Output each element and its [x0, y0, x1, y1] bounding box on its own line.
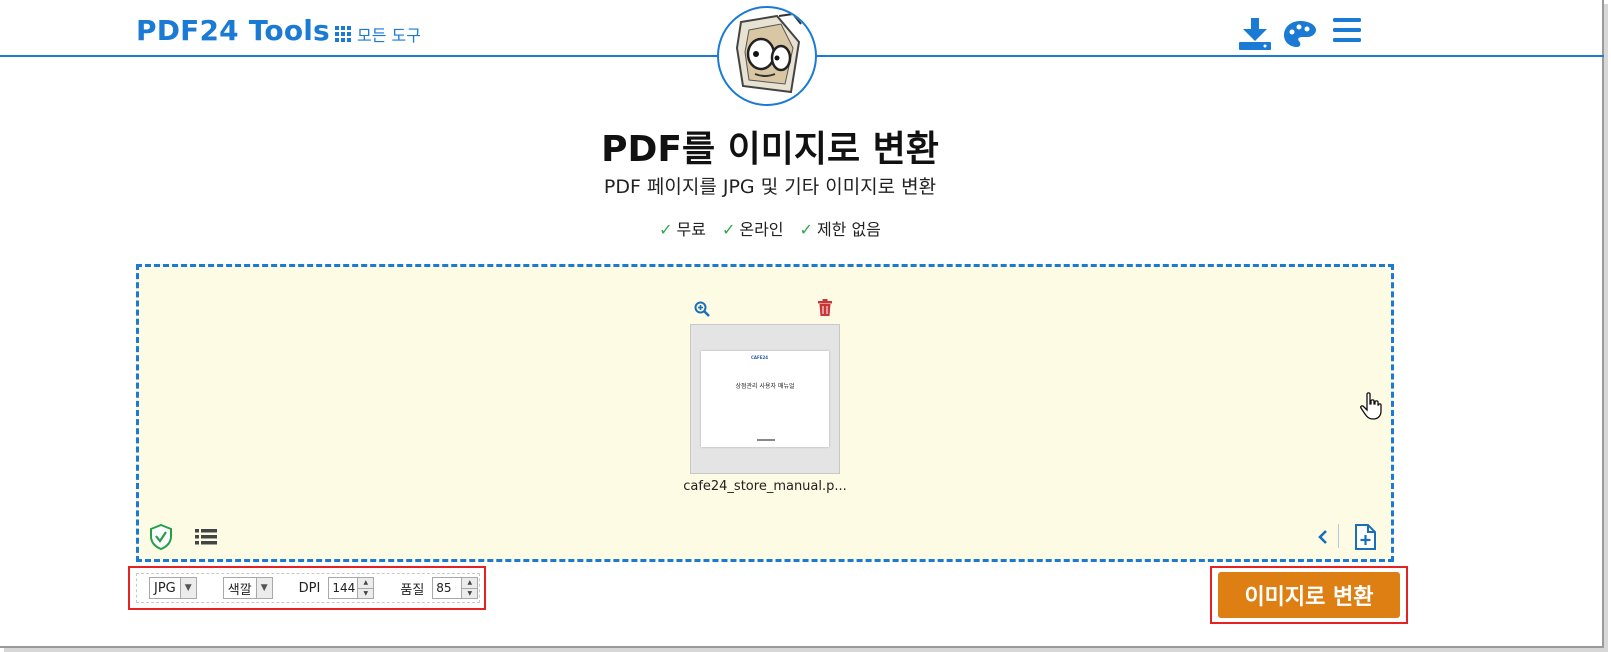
check-icon: ✓ — [721, 220, 736, 239]
quality-stepper[interactable]: 85 ▲ ▼ — [432, 577, 479, 599]
all-tools-label: 모든 도구 — [357, 26, 421, 45]
add-file-icon[interactable] — [1354, 524, 1376, 554]
format-select[interactable]: JPG ▼ — [149, 577, 197, 599]
list-view-icon[interactable] — [195, 529, 217, 549]
chevron-left-icon[interactable] — [1318, 529, 1328, 548]
all-tools-link[interactable]: 모든 도구 — [335, 22, 421, 46]
file-thumbnail[interactable]: CAFE24 상점관리 사용자 매뉴얼 — [690, 324, 840, 474]
feature-item: ✓ 제한 없음 — [799, 220, 881, 239]
file-name: cafe24_store_manual.p... — [683, 479, 847, 494]
dpi-stepper[interactable]: 144 ▲ ▼ — [328, 577, 375, 599]
spin-arrows-icon[interactable]: ▲ ▼ — [357, 578, 374, 598]
preview-brand: CAFE24 — [751, 355, 769, 360]
trash-icon[interactable] — [818, 299, 832, 320]
zoom-in-icon[interactable] — [694, 301, 710, 321]
toolbar-divider — [1338, 524, 1339, 548]
check-icon: ✓ — [799, 220, 813, 239]
page-subtitle: PDF 페이지를 JPG 및 기타 이미지로 변환 — [603, 176, 937, 198]
palette-icon[interactable] — [1283, 20, 1317, 52]
chevron-down-icon: ▼ — [255, 578, 272, 598]
download-icon[interactable] — [1238, 18, 1272, 54]
preview-title: 상점관리 사용자 매뉴얼 — [735, 383, 795, 390]
color-select[interactable]: 색깔 ▼ — [222, 577, 273, 599]
mascot-logo[interactable] — [717, 6, 817, 106]
page-title: PDF를 이미지로 변환 — [601, 129, 939, 170]
frame-shadow-bottom — [4, 648, 1608, 652]
menu-icon[interactable] — [1333, 18, 1361, 46]
feature-list: ✓ 무료 ✓ 온라인 ✓ 제한 없음 — [0, 216, 1540, 240]
feature-item: ✓ 온라인 — [721, 220, 784, 239]
spin-arrows-icon[interactable]: ▲ ▼ — [461, 578, 478, 598]
shield-check-icon — [150, 523, 172, 554]
grid-icon — [335, 26, 351, 42]
frame-shadow-right — [1604, 4, 1608, 650]
dpi-label: DPI — [298, 580, 321, 596]
conversion-options: JPG ▼ 색깔 ▼ DPI 144 ▲ ▼ 품질 85 ▲ ▼ — [136, 573, 480, 603]
convert-to-image-button[interactable]: 이미지로 변환 — [1218, 572, 1400, 618]
brand-logo-text[interactable]: PDF24 Tools — [136, 14, 330, 47]
preview-footer-line — [757, 439, 775, 441]
check-icon: ✓ — [659, 220, 673, 239]
file-preview-page: CAFE24 상점관리 사용자 매뉴얼 — [701, 351, 829, 447]
hand-cursor-icon — [1360, 392, 1382, 424]
chevron-down-icon: ▼ — [179, 578, 196, 598]
feature-item: ✓ 무료 — [659, 220, 706, 239]
quality-label: 품질 — [400, 582, 425, 598]
